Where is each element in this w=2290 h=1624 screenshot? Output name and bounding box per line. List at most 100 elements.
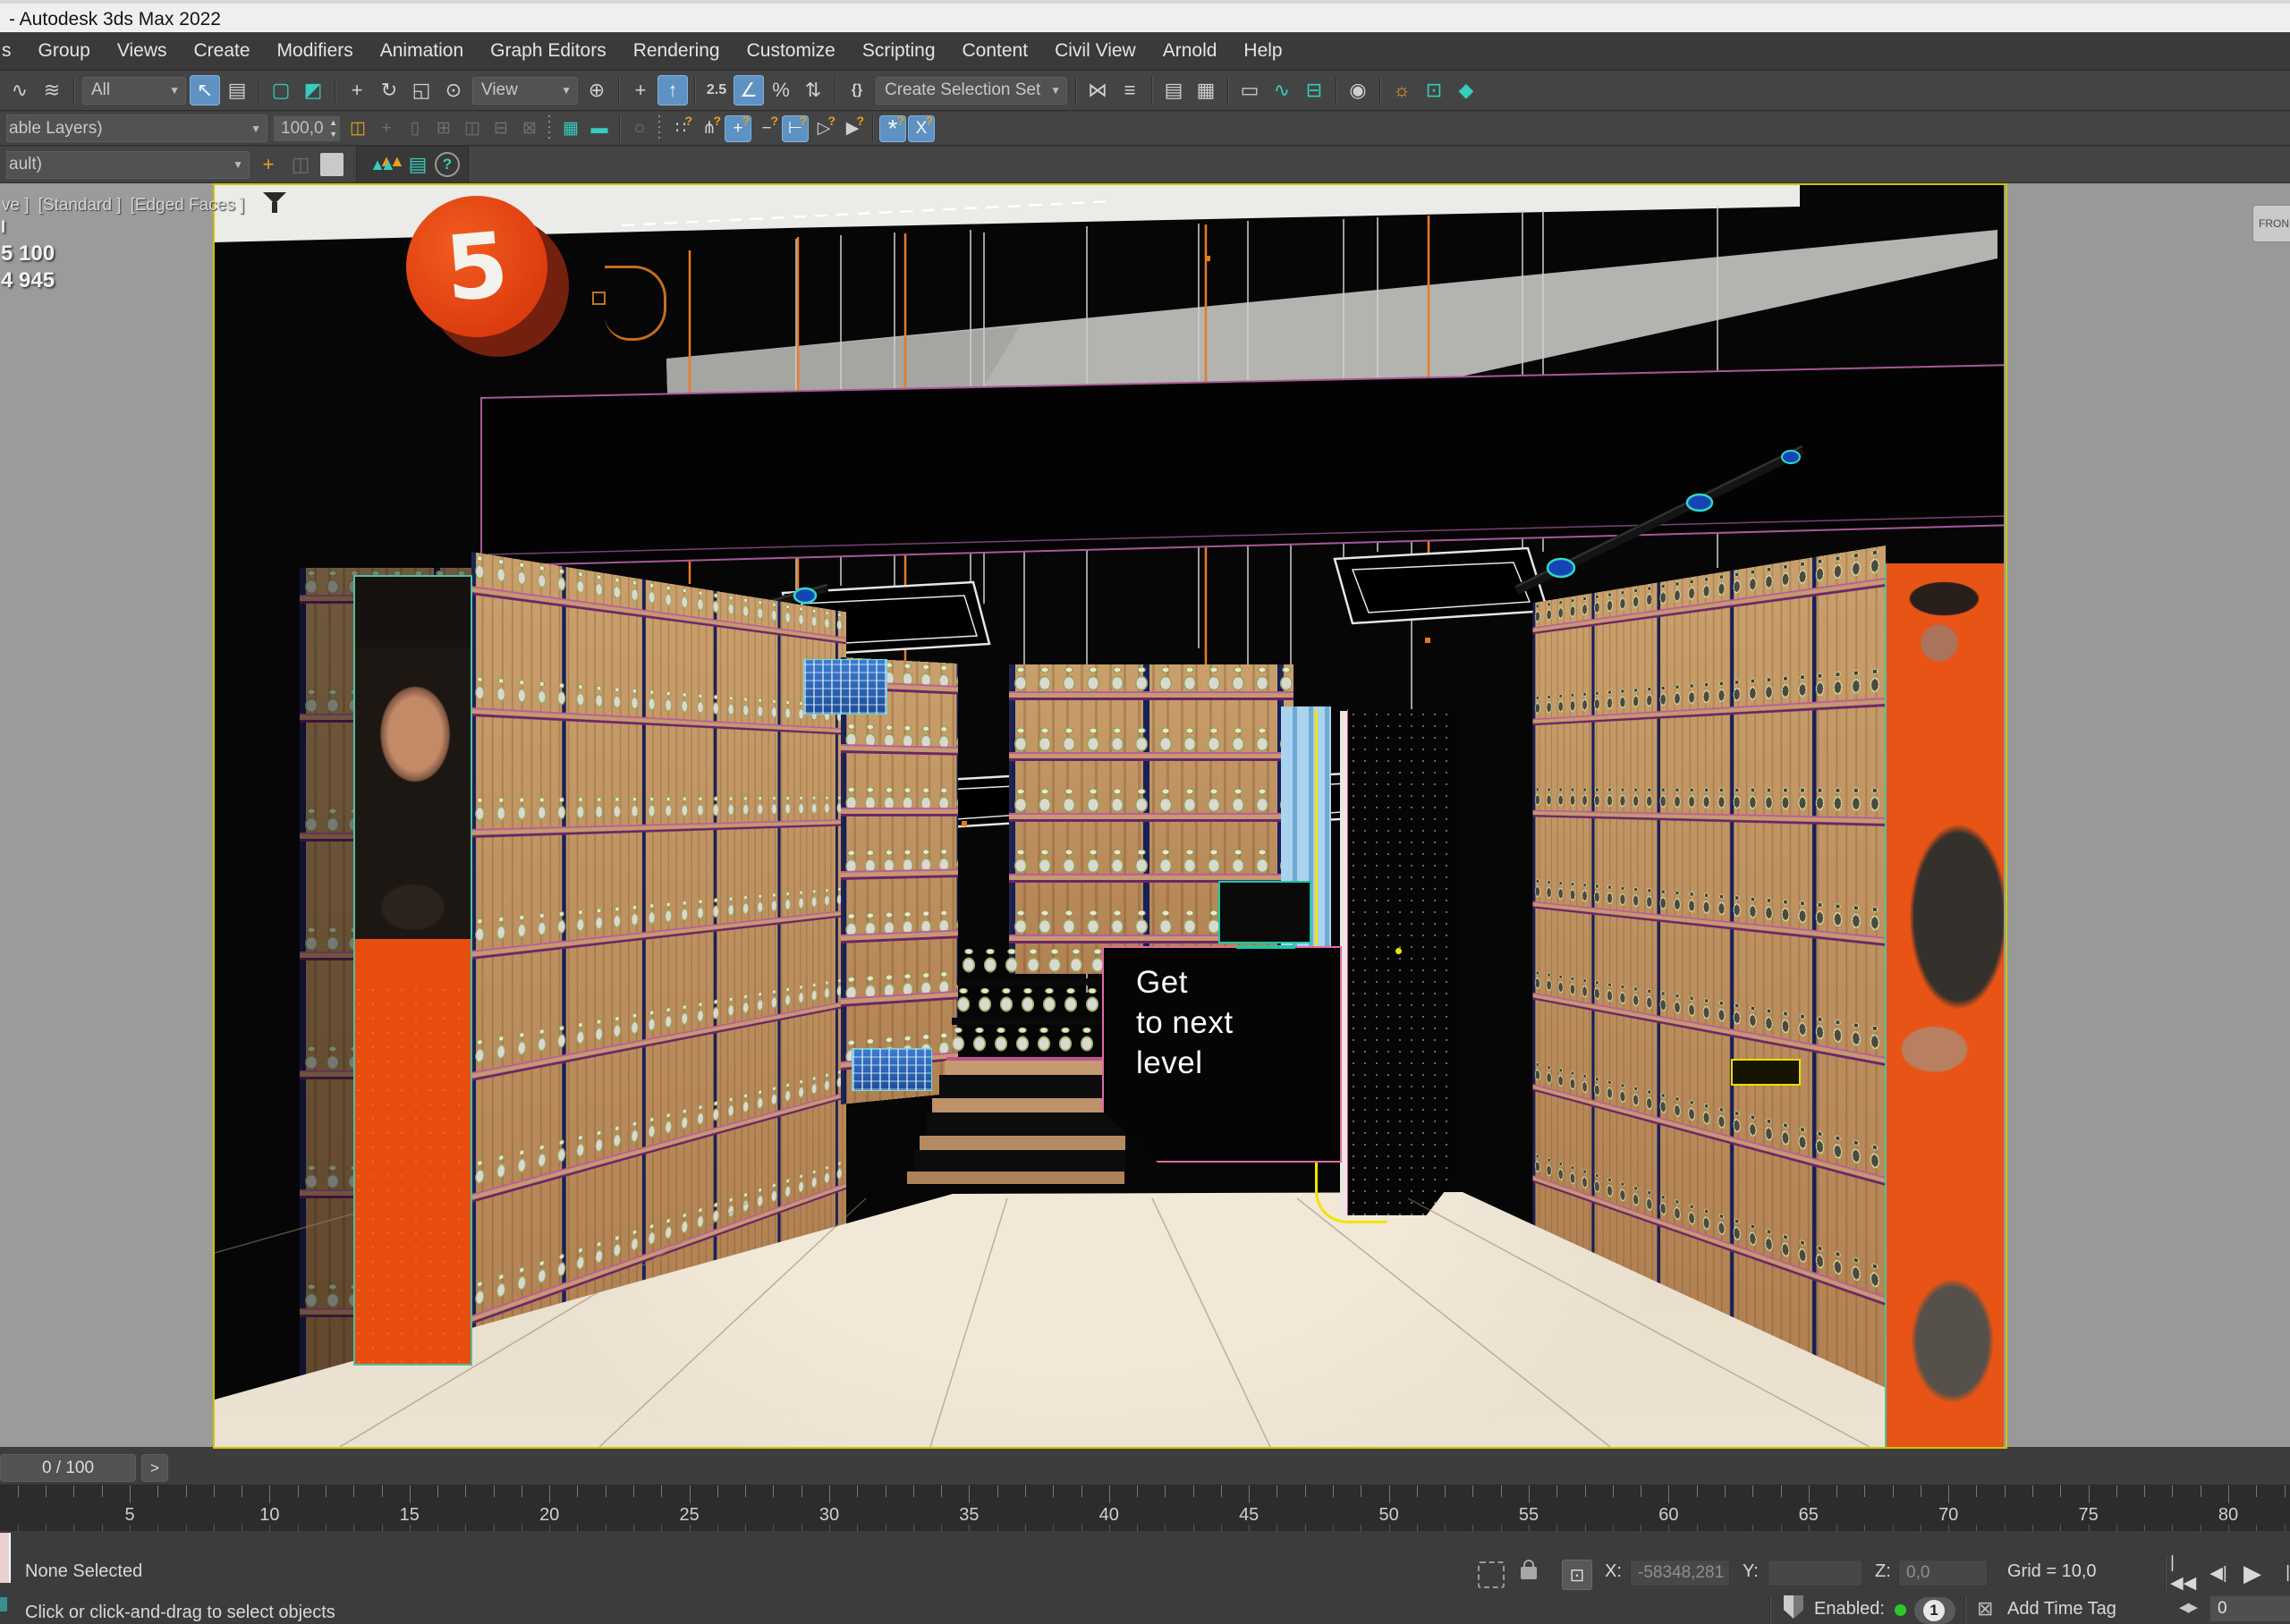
z-coordinate-field[interactable]: 0,0 — [1898, 1560, 1988, 1586]
next-frame-playback-button[interactable]: || — [2276, 1558, 2290, 1588]
add-time-tag[interactable]: Add Time Tag — [2007, 1599, 2116, 1620]
soft-selection-icon[interactable]: ◌ — [626, 115, 653, 142]
checkout-counter[interactable]: Getto nextlevel — [1102, 946, 1342, 1163]
render-production-icon[interactable]: ◆ — [1451, 75, 1481, 106]
shelf-sign-yellow[interactable] — [1731, 1059, 1801, 1086]
maxscript-listener-edge[interactable] — [0, 1533, 11, 1583]
set-current-layer-icon[interactable]: ⊟ — [488, 115, 514, 142]
dope-sheet-icon[interactable]: ⊟ — [1299, 75, 1329, 106]
ribbon-icon[interactable]: ▭ — [1234, 75, 1265, 106]
window-crossing-icon[interactable]: ◩ — [298, 75, 328, 106]
named-selection-set-dropdown[interactable]: Create Selection Set▼ — [876, 77, 1067, 105]
menu-item-modifiers[interactable]: Modifiers — [264, 32, 367, 70]
rectangular-selection-region-icon[interactable]: ▢ — [266, 75, 296, 106]
x-coordinate-field[interactable]: -58348,281 — [1630, 1560, 1730, 1586]
previous-frame-button[interactable]: ◀| — [2204, 1558, 2233, 1588]
go-to-start-button[interactable]: |◀◀ — [2170, 1558, 2199, 1588]
play-button[interactable]: ▶ — [2238, 1558, 2267, 1588]
menu-item-animation[interactable]: Animation — [367, 32, 477, 70]
manage-layers-icon[interactable]: ◫ — [344, 115, 371, 142]
next-frame-button[interactable]: > — [141, 1454, 168, 1482]
selection-filter-dropdown[interactable]: All▼ — [82, 77, 186, 105]
percent-snap-icon[interactable]: % — [766, 75, 796, 106]
use-pivot-point-icon[interactable]: ⊕ — [581, 75, 612, 106]
layer-explorer-icon[interactable]: ▦ — [1191, 75, 1221, 106]
select-and-place-icon[interactable]: ⊙ — [438, 75, 469, 106]
menu-item-s[interactable]: s — [0, 32, 25, 70]
reference-coordinate-system-dropdown[interactable]: View▼ — [472, 77, 578, 105]
filter-funnel-icon[interactable] — [263, 192, 286, 214]
select-object-icon[interactable]: ↖ — [190, 75, 220, 106]
measure-distance-icon[interactable]: ▬ — [586, 115, 613, 142]
menu-item-customize[interactable]: Customize — [734, 32, 849, 70]
select-and-link-icon[interactable]: ∿ — [4, 75, 35, 106]
current-frame-field[interactable]: 0 — [2209, 1595, 2290, 1622]
select-and-scale-icon[interactable]: ◱ — [406, 75, 437, 106]
bind-to-space-warp-icon[interactable]: ≋ — [37, 75, 67, 106]
poster-woman[interactable] — [1885, 563, 2004, 1447]
blue-product-boxes-top[interactable] — [803, 659, 887, 715]
menu-item-graph-editors[interactable]: Graph Editors — [477, 32, 620, 70]
delete-layer-icon[interactable]: ▯ — [402, 115, 428, 142]
viewcube[interactable]: FRON — [2252, 205, 2290, 242]
select-and-rotate-icon[interactable]: ↻ — [374, 75, 404, 106]
menu-item-help[interactable]: Help — [1230, 32, 1295, 70]
spinner-snap-icon[interactable]: ⇅ — [798, 75, 828, 106]
snap-to-edge-icon[interactable]: −? — [753, 115, 780, 142]
select-and-manipulate-icon[interactable]: + — [625, 75, 656, 106]
populate-icon[interactable]: ▲▲ — [365, 149, 401, 180]
material-editor-icon[interactable]: ◉ — [1343, 75, 1373, 106]
scene-explorer-icon[interactable]: ▤ — [1158, 75, 1189, 106]
enabled-count-badge[interactable]: 1 — [1914, 1597, 1955, 1624]
layer-properties-icon[interactable]: ⊠ — [516, 115, 543, 142]
snap-to-point-icon[interactable]: +? — [725, 115, 751, 142]
logo-hook-wireframe[interactable] — [605, 266, 666, 341]
edit-named-selection-sets-icon[interactable]: {} — [842, 75, 872, 106]
layer-stack-icon[interactable]: ◫ — [285, 149, 316, 180]
menu-item-content[interactable]: Content — [949, 32, 1042, 70]
align-icon[interactable]: ≡ — [1115, 75, 1145, 106]
snaps-toggle-icon[interactable]: 2.5 — [701, 75, 732, 106]
curve-editor-icon[interactable]: ∿ — [1267, 75, 1297, 106]
wall-monitor[interactable] — [1218, 881, 1311, 943]
center-left-shelf[interactable] — [841, 657, 958, 1104]
absolute-mode-icon[interactable]: ⊡ — [1562, 1560, 1592, 1590]
selection-lock-icon[interactable] — [1521, 1567, 1537, 1579]
help-icon[interactable]: ? — [435, 152, 460, 177]
menu-item-scripting[interactable]: Scripting — [849, 32, 949, 70]
render-setup-icon[interactable]: ☼ — [1387, 75, 1417, 106]
rendered-frame-window-icon[interactable]: ⊡ — [1419, 75, 1449, 106]
snap-to-face-icon[interactable]: ▶? — [839, 115, 866, 142]
selection-region-icon[interactable] — [1478, 1561, 1505, 1588]
create-new-layer-icon[interactable]: + — [373, 115, 400, 142]
key-mode-toggle[interactable]: ◀▶ — [2179, 1599, 2196, 1615]
stepped-display[interactable] — [957, 946, 1127, 1192]
mirror-icon[interactable]: ⋈ — [1082, 75, 1113, 106]
camera-view[interactable]: 5 — [215, 183, 2004, 1447]
menu-item-create[interactable]: Create — [181, 32, 264, 70]
snap-to-vertex-icon[interactable]: ▷? — [810, 115, 837, 142]
keyboard-shortcut-override-icon[interactable]: ↑ — [657, 75, 688, 106]
select-by-name-icon[interactable]: ▤ — [222, 75, 252, 106]
menu-item-arnold[interactable]: Arnold — [1149, 32, 1231, 70]
spinner-arrows-icon[interactable]: ▲▼ — [329, 117, 337, 140]
select-layer-objects-icon[interactable]: ◫ — [459, 115, 486, 142]
select-and-move-icon[interactable]: + — [342, 75, 372, 106]
layers-list-dropdown[interactable]: able Layers)▼ — [6, 114, 267, 142]
snap-override-icon[interactable]: X? — [908, 115, 935, 142]
autogrid-icon[interactable]: ▦ — [557, 115, 584, 142]
snap-to-midpoint-icon[interactable]: ⊢? — [782, 115, 809, 142]
menu-item-rendering[interactable]: Rendering — [620, 32, 734, 70]
poster-man[interactable] — [353, 575, 472, 1366]
menu-item-views[interactable]: Views — [104, 32, 181, 70]
menu-item-civil-view[interactable]: Civil View — [1041, 32, 1149, 70]
viewport-label[interactable]: ve ][Standard ][Edged Faces ] — [2, 196, 253, 216]
add-to-current-layer-icon[interactable]: ⊞ — [430, 115, 457, 142]
timeline-ruler[interactable]: 5101520253035404550556065707580 — [0, 1485, 2290, 1532]
time-slider[interactable]: 0 / 100 — [0, 1454, 136, 1482]
blue-product-boxes-lower[interactable] — [852, 1048, 932, 1091]
snap-frozen-icon[interactable]: *? — [879, 115, 906, 142]
snap-to-pivot-icon[interactable]: ⋔? — [696, 115, 723, 142]
snap-to-grid-icon[interactable]: ∷? — [667, 115, 694, 142]
notes-icon[interactable]: ▤ — [403, 149, 433, 180]
